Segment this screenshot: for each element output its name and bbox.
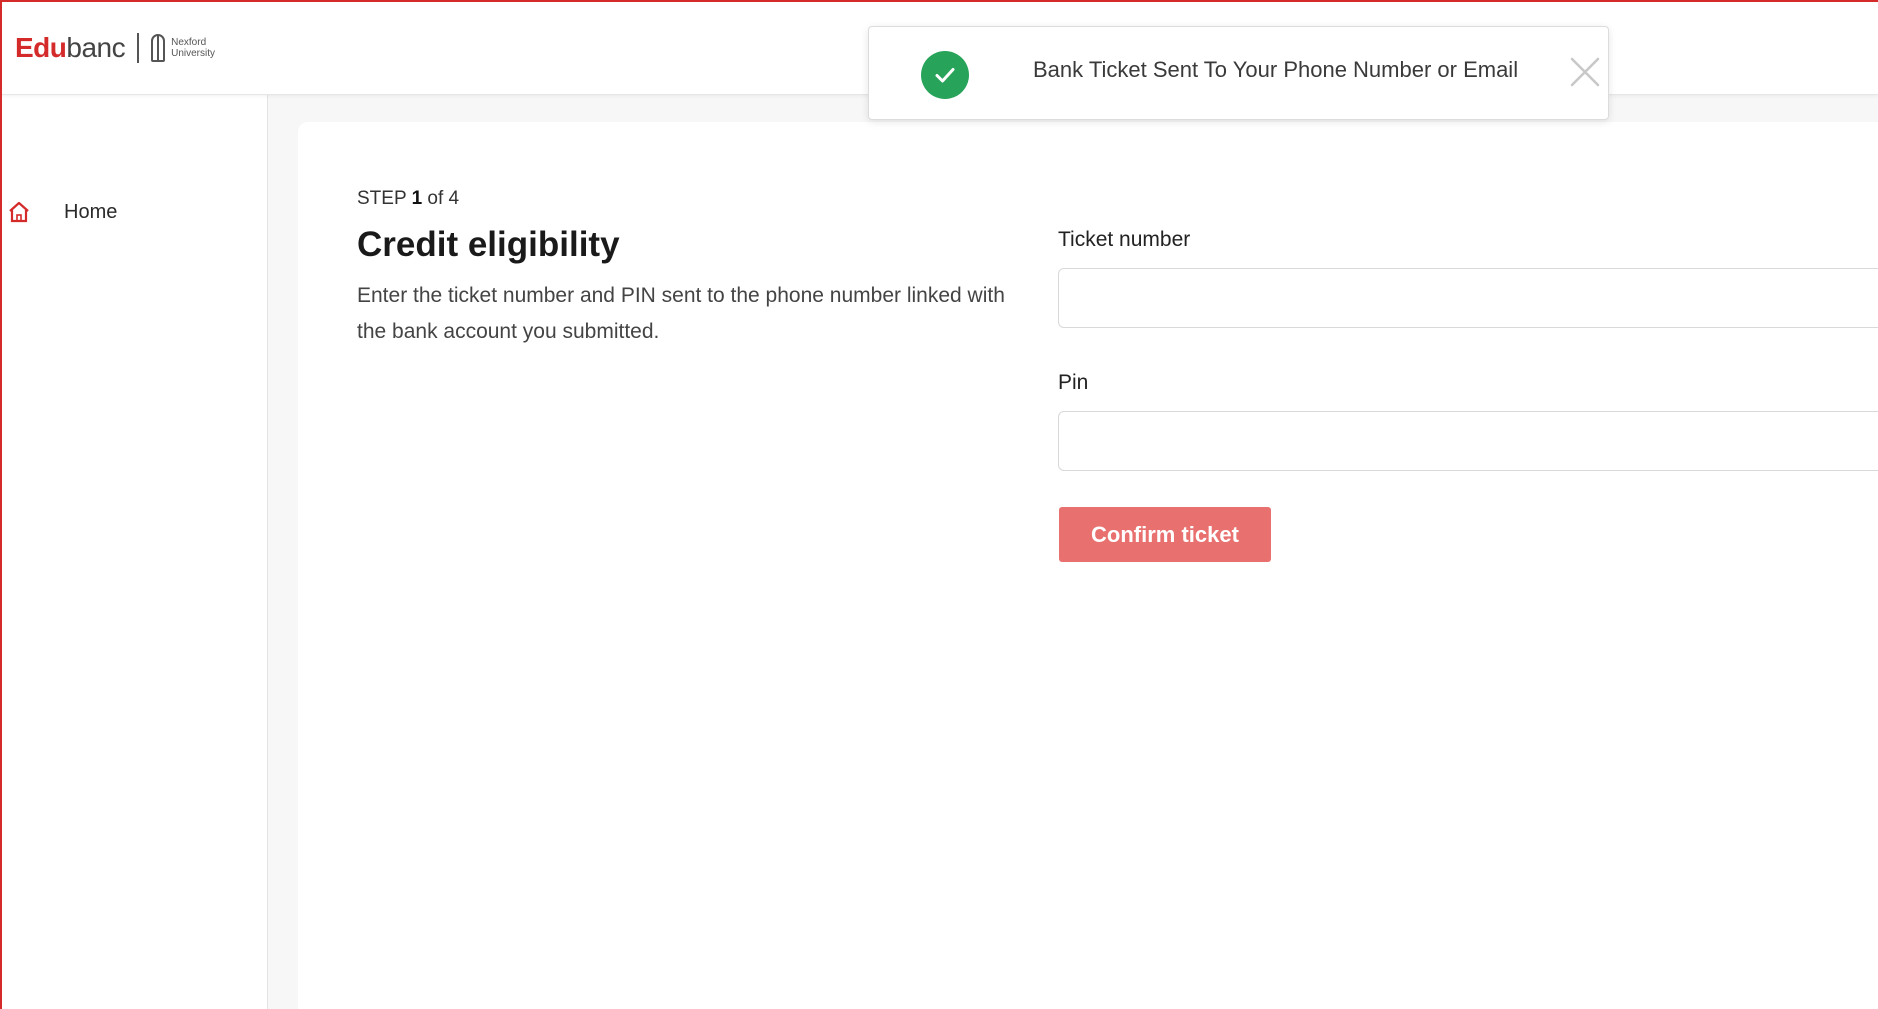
brand-logo[interactable]: Edu banc Nexford University [15, 28, 215, 68]
close-icon[interactable] [1569, 56, 1601, 88]
partner-logo-text: Nexford University [171, 37, 215, 59]
toast-notification: Bank Ticket Sent To Your Phone Number or… [868, 26, 1609, 120]
logo-divider [137, 33, 140, 63]
ticket-number-input[interactable] [1058, 268, 1878, 328]
sidebar: Home [0, 95, 268, 1009]
pin-label: Pin [1058, 371, 1089, 394]
page-description: Enter the ticket number and PIN sent to … [357, 284, 1005, 343]
toast-message: Bank Ticket Sent To Your Phone Number or… [1033, 57, 1519, 82]
ticket-number-label: Ticket number [1058, 228, 1191, 251]
check-circle-icon [921, 51, 969, 99]
logo-text-bold: Edu [15, 32, 67, 63]
page-title: Credit eligibility [357, 225, 620, 264]
partner-logo-icon [151, 34, 166, 62]
sidebar-item-home[interactable]: Home [8, 195, 248, 229]
partner-line2: University [171, 48, 216, 59]
step-prefix: STEP [357, 188, 407, 209]
partner-line1: Nexford [171, 37, 207, 48]
step-suffix: of 4 [427, 188, 460, 209]
step-current: 1 [411, 188, 423, 209]
home-icon [8, 200, 30, 224]
pin-input[interactable] [1058, 411, 1878, 471]
confirm-ticket-button[interactable]: Confirm ticket [1059, 507, 1271, 562]
logo-text-regular: banc [66, 32, 126, 63]
sidebar-item-label: Home [64, 200, 118, 223]
step-indicator: STEP 1 of 4 [357, 188, 459, 210]
